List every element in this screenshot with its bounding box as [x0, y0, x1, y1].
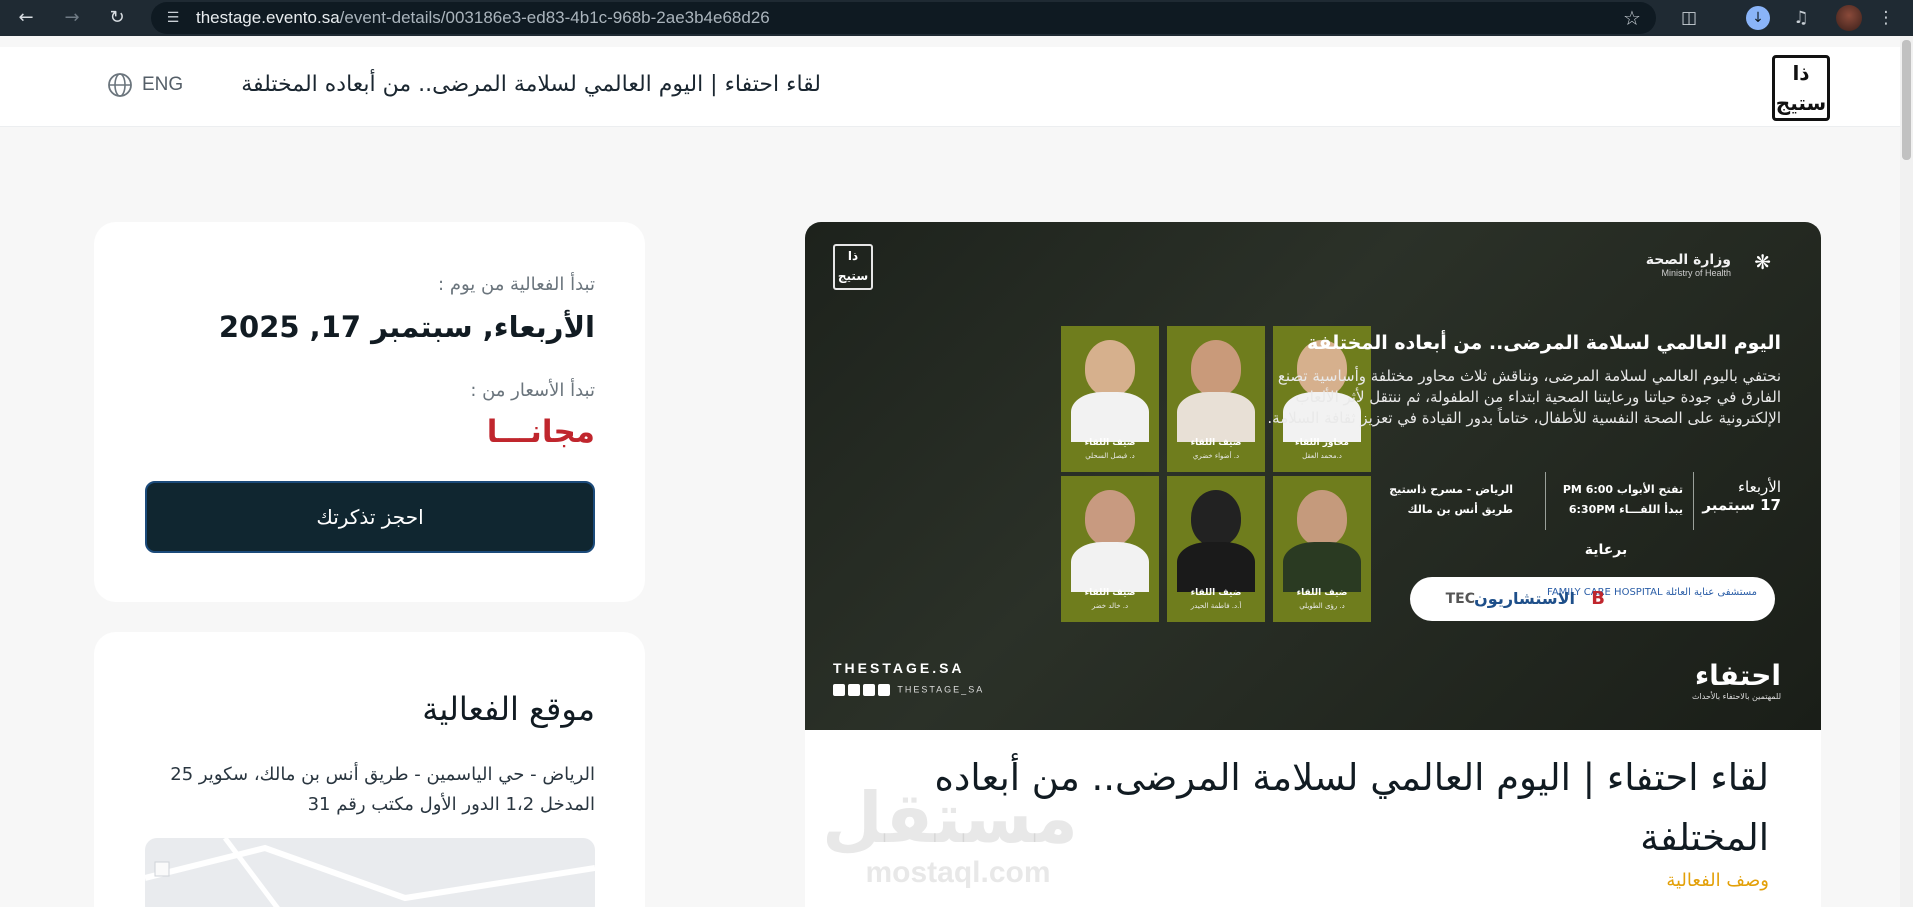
speaker-face: [1085, 490, 1135, 546]
sponsor-label: برعاية: [1584, 542, 1628, 558]
banner-date-text: 17 سبتمبر: [1702, 496, 1781, 514]
price-label: تبدأ الأسعار من :: [470, 380, 595, 401]
speaker-body: [1071, 542, 1149, 592]
site-info-icon[interactable]: ☰: [163, 8, 183, 28]
snapchat-icon: [878, 684, 890, 696]
forward-arrow-icon[interactable]: →: [58, 4, 86, 32]
start-time: يبدأ اللقـــاء 6:30PM: [1568, 503, 1683, 516]
event-description-tab[interactable]: وصف الفعالية: [1469, 870, 1769, 891]
palm-swords-icon: ❋: [1754, 250, 1771, 274]
banner-venue: الرياض - مسرح ذاستيج طريق أنس بن مالك: [1363, 480, 1513, 520]
start-date-label: تبدأ الفعالية من يوم :: [438, 274, 595, 295]
speaker-card: ضيف اللقاء د. فيصل السحلي: [1061, 326, 1159, 472]
banner-date: الأربعاء 17 سبتمبر: [1691, 478, 1781, 514]
logo-text: ذا ستيج: [1775, 61, 1827, 115]
divider: [1545, 472, 1546, 530]
venue-line-1: الرياض - مسرح ذاستيج: [1389, 483, 1513, 496]
speaker-face: [1297, 490, 1347, 546]
speaker-body: [1177, 392, 1255, 442]
speaker-card: ضيف اللقاء د. خالد خضر: [1061, 476, 1159, 622]
ehtifa-text: احتفاء: [1694, 659, 1781, 692]
thestage-logo[interactable]: ذا ستيج: [1772, 55, 1830, 121]
banner-title: اليوم العالمي لسلامة المرضى.. من أبعاده …: [1306, 332, 1781, 354]
media-queue-icon[interactable]: ♫: [1787, 4, 1815, 32]
speaker-card: ضيف اللقاء د. رؤى الطويلي: [1273, 476, 1371, 622]
speaker-name: د. رؤى الطويلي: [1299, 602, 1345, 610]
speaker-role: ضيف اللقاء: [1084, 438, 1136, 448]
globe-icon[interactable]: [106, 71, 134, 99]
banner-site-url: THESTAGE.SA: [833, 660, 965, 676]
event-banner: ذا ستيج وزارة الصحة Ministry of Health ❋…: [805, 222, 1821, 730]
speaker-name: د.محمد العقل: [1302, 452, 1342, 460]
venue-line-2: طريق أنس بن مالك: [1407, 503, 1513, 516]
sponsors-strip: مستشفى عناية العائلة FAMILY CARE HOSPITA…: [1410, 577, 1775, 621]
speaker-name: أ.د. فاطمة الحيدر: [1190, 602, 1242, 610]
book-ticket-button[interactable]: احجز تذكرتك: [145, 481, 595, 553]
speaker-body: [1177, 542, 1255, 592]
banner-times: تفتح الأبواب 6:00 PM يبدأ اللقـــاء 6:30…: [1533, 480, 1683, 520]
back-arrow-icon[interactable]: ←: [12, 4, 40, 32]
menu-kebab-icon[interactable]: ⋮: [1872, 4, 1900, 32]
banner-description: نحتفي باليوم العالمي لسلامة المرضى، وننا…: [1267, 367, 1781, 427]
download-icon[interactable]: ↓: [1746, 6, 1770, 30]
speaker-role: ضيف اللقاء: [1296, 588, 1348, 598]
ehtifa-logo: احتفاء للمهتمين بالاحتفاء بالأحداث: [1692, 659, 1781, 702]
x-icon: [863, 684, 875, 696]
speaker-card: ضيف اللقاء د. أضواء خضري: [1167, 326, 1265, 472]
sponsor-family-care: مستشفى عناية العائلة FAMILY CARE HOSPITA…: [1547, 587, 1757, 598]
bookmark-star-icon[interactable]: ☆: [1620, 6, 1644, 30]
speaker-name: د. أضواء خضري: [1192, 452, 1240, 460]
map-roads-graphic: [145, 838, 595, 907]
browser-toolbar: ← → ↻ ☰ thestage.evento.sa/event-details…: [0, 0, 1913, 36]
banner-day: الأربعاء: [1737, 478, 1781, 496]
sponsor-alestsharion: الاستشاريون: [1474, 589, 1575, 608]
url-path: /event-details/003186e3-ed83-4b1c-968b-2…: [339, 8, 770, 27]
address-bar[interactable]: ☰ thestage.evento.sa/event-details/00318…: [151, 2, 1656, 34]
event-info-card: تبدأ الفعالية من يوم : الأربعاء, سبتمبر …: [94, 222, 645, 602]
speaker-role: ضيف اللقاء: [1084, 588, 1136, 598]
doors-time: تفتح الأبواب 6:00 PM: [1562, 483, 1683, 496]
price-value: مجانـــا: [486, 414, 595, 450]
speaker-body: [1283, 542, 1361, 592]
instagram-icon: [848, 684, 860, 696]
url-text[interactable]: thestage.evento.sa/event-details/003186e…: [196, 2, 770, 34]
profile-avatar[interactable]: [1836, 5, 1862, 31]
sponsor-tec: TEC: [1445, 591, 1475, 607]
speaker-body: [1071, 392, 1149, 442]
start-date: الأربعاء, سبتمبر 17, 2025: [218, 310, 595, 344]
linkedin-icon: [833, 684, 845, 696]
watermark-english: mostaql.com: [865, 856, 1051, 889]
speaker-role: ضيف اللقاء: [1190, 588, 1242, 598]
ministry-of-health-logo: وزارة الصحة Ministry of Health ❋: [1646, 250, 1781, 278]
speaker-role: محاور اللقاء: [1295, 438, 1349, 448]
sponsor-b: B: [1591, 588, 1605, 609]
banner-social: THESTAGE_SA: [833, 684, 984, 696]
speaker-face: [1191, 340, 1241, 396]
speaker-face: [1191, 490, 1241, 546]
extensions-icon[interactable]: ◫: [1675, 4, 1703, 32]
event-location-card: موقع الفعالية الرياض - حي الياسمين - طري…: [94, 632, 645, 907]
speaker-face: [1085, 340, 1135, 396]
watermark-arabic: مستقل: [821, 777, 1078, 859]
location-title: موقع الفعالية: [422, 690, 595, 728]
speaker-name: د. خالد خضر: [1091, 602, 1129, 610]
language-switch[interactable]: ENG: [142, 71, 183, 99]
speaker-role: ضيف اللقاء: [1190, 438, 1242, 448]
banner-thestage-logo: ذا ستيج: [833, 244, 873, 290]
url-host: thestage.evento.sa: [196, 8, 340, 27]
ehtifa-subtitle: للمهتمين بالاحتفاء بالأحداث: [1692, 692, 1781, 701]
speaker-card: ضيف اللقاء أ.د. فاطمة الحيدر: [1167, 476, 1265, 622]
speaker-name: د. فيصل السحلي: [1085, 452, 1135, 460]
scrollbar-track[interactable]: [1900, 36, 1913, 907]
site-header: ENG لقاء احتفاء | اليوم العالمي لسلامة ا…: [0, 47, 1900, 127]
location-address: الرياض - حي الياسمين - طريق أنس بن مالك،…: [170, 764, 595, 815]
header-event-title: لقاء احتفاء | اليوم العالمي لسلامة المرض…: [241, 72, 821, 97]
reload-icon[interactable]: ↻: [103, 4, 131, 32]
scrollbar-thumb[interactable]: [1902, 40, 1911, 160]
divider: [1693, 472, 1694, 530]
mostaql-watermark: مستقل mostaql.com: [821, 777, 1078, 889]
location-map[interactable]: [145, 838, 595, 907]
social-handle: THESTAGE_SA: [897, 684, 985, 695]
